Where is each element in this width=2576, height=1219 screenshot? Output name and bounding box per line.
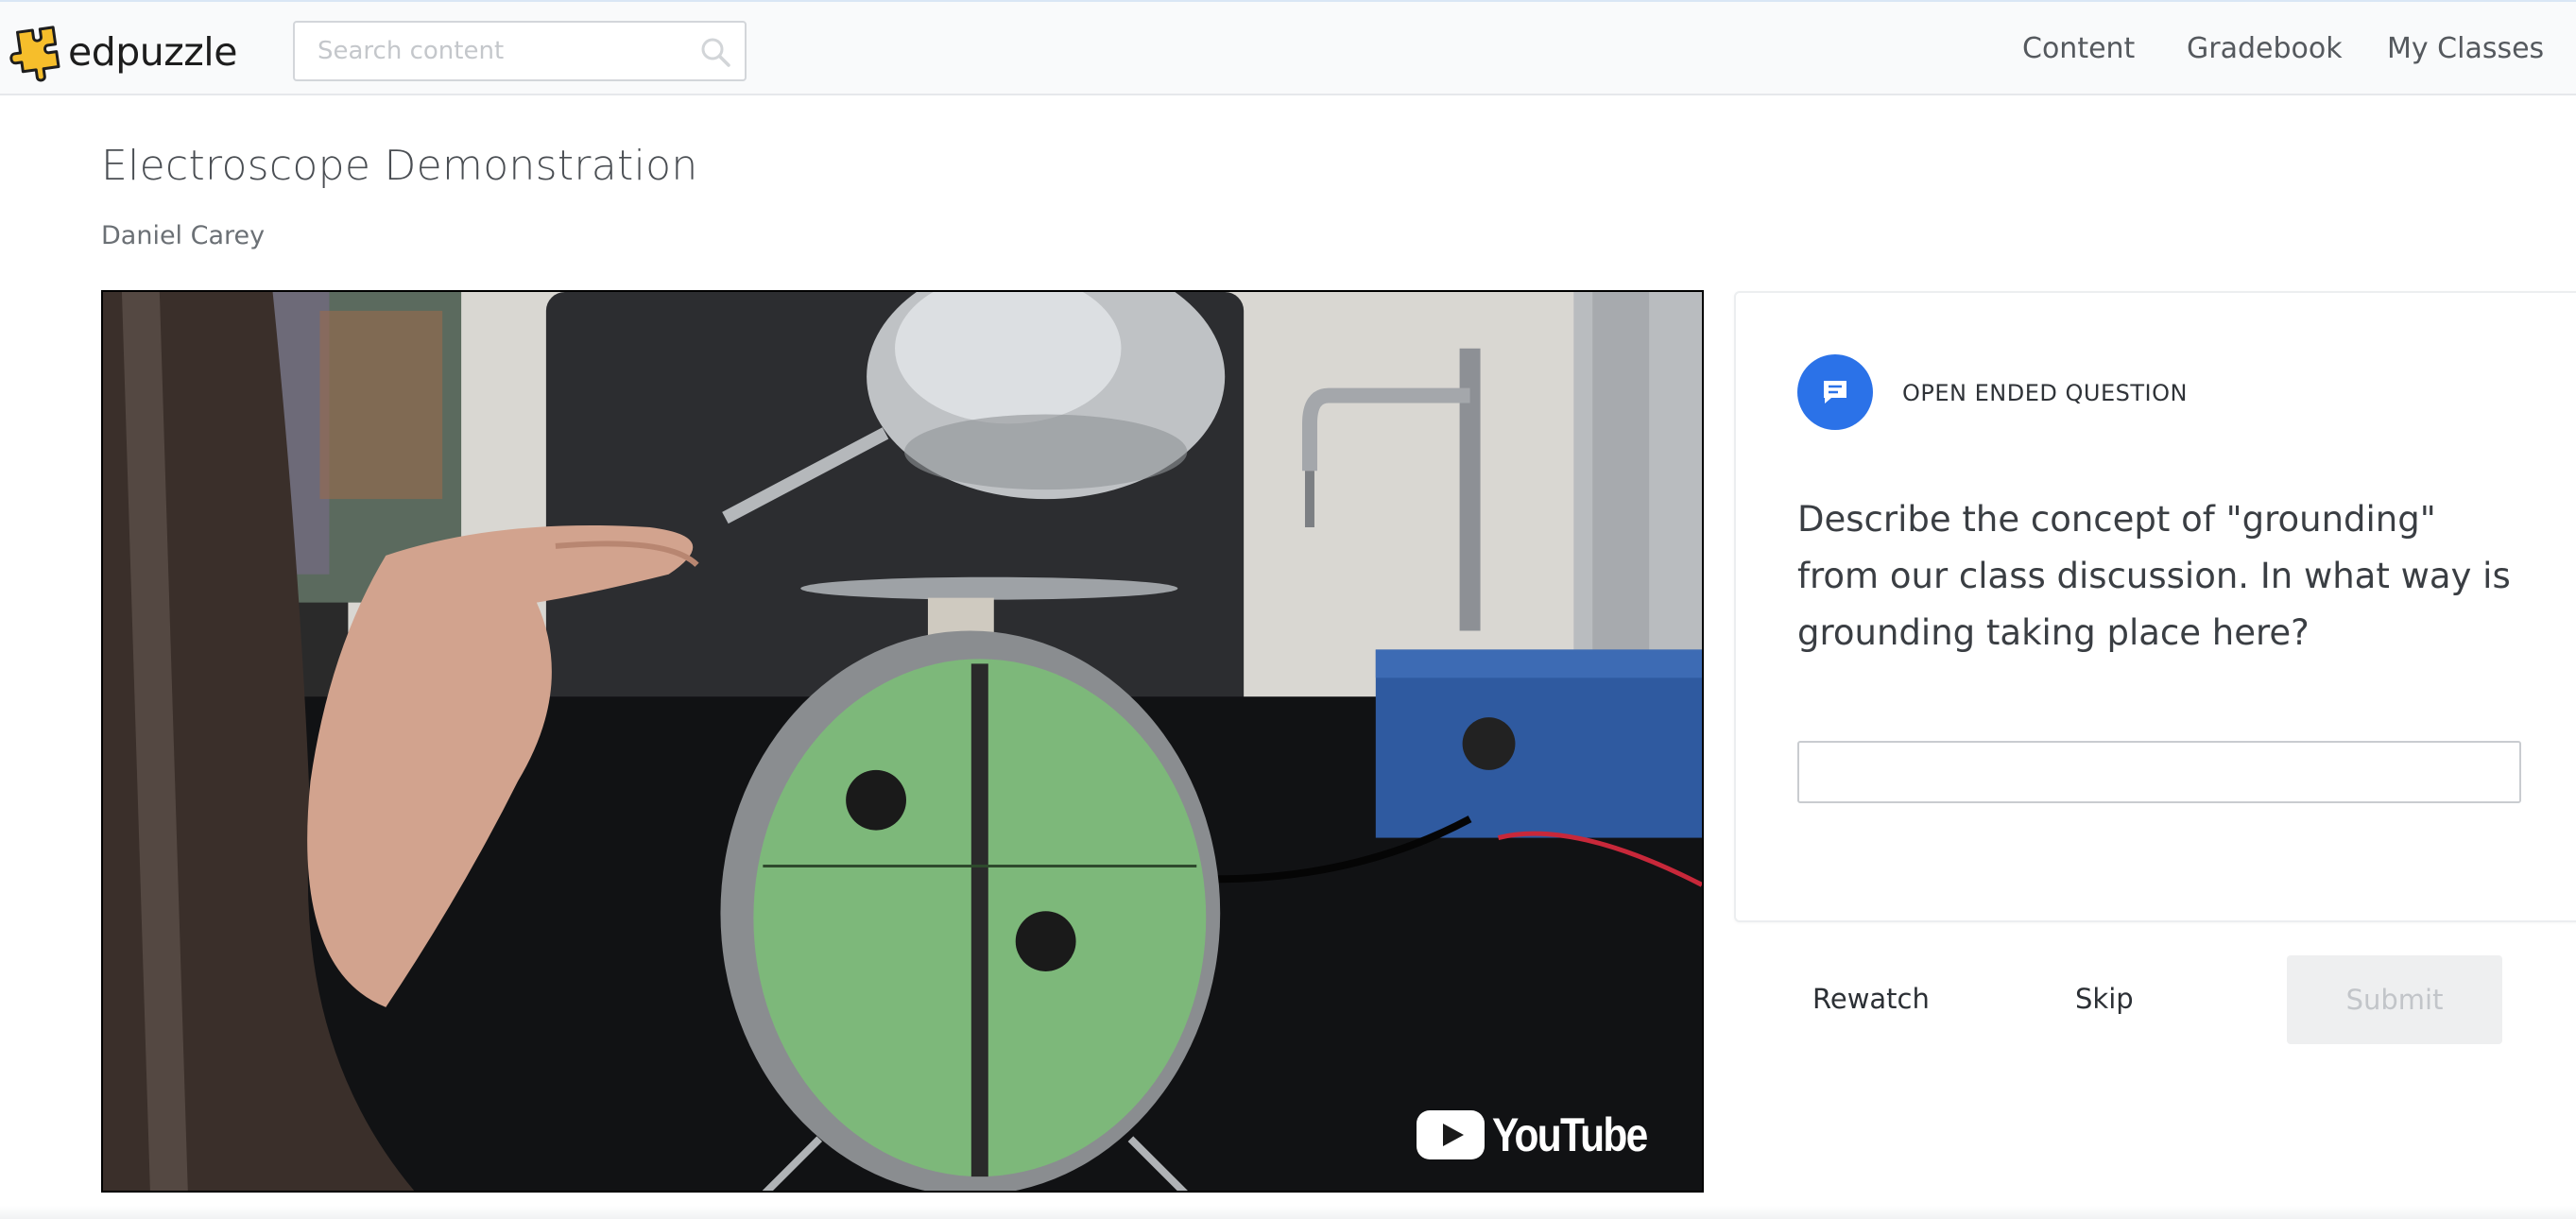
rewatch-button[interactable]: Rewatch	[1812, 983, 1930, 1015]
search-input[interactable]	[295, 23, 745, 79]
question-card: OPEN ENDED QUESTION Describe the concept…	[1734, 291, 2576, 922]
question-type-badge	[1797, 354, 1873, 430]
top-navigation-bar: edpuzzle Content Gradebook My Classes	[0, 0, 2576, 95]
edpuzzle-logo[interactable]: edpuzzle	[9, 19, 237, 85]
comment-icon	[1824, 381, 1846, 403]
youtube-logo[interactable]: YouTube	[1416, 1107, 1674, 1162]
video-player[interactable]: YouTube	[101, 290, 1704, 1193]
nav-my-classes[interactable]: My Classes	[2387, 32, 2544, 65]
page-bottom-edge	[0, 1206, 2576, 1219]
youtube-wordmark: YouTube	[1491, 1108, 1648, 1161]
search-box	[293, 21, 747, 81]
submit-button[interactable]: Submit	[2287, 955, 2502, 1044]
search-icon[interactable]	[699, 36, 731, 68]
question-type-label: OPEN ENDED QUESTION	[1902, 380, 2188, 406]
lesson-title: Electroscope Demonstration	[101, 142, 698, 190]
video-frame	[103, 292, 1702, 1191]
skip-button[interactable]: Skip	[2075, 983, 2134, 1015]
lesson-author: Daniel Carey	[101, 221, 266, 250]
question-text: Describe the concept of "grounding" from…	[1797, 499, 2511, 653]
youtube-play-icon	[1416, 1110, 1485, 1159]
puzzle-logo-icon	[9, 26, 60, 82]
answer-input[interactable]	[1797, 741, 2521, 803]
nav-gradebook[interactable]: Gradebook	[2187, 32, 2343, 65]
nav-content[interactable]: Content	[2022, 32, 2135, 65]
logo-wordmark: edpuzzle	[68, 29, 237, 75]
